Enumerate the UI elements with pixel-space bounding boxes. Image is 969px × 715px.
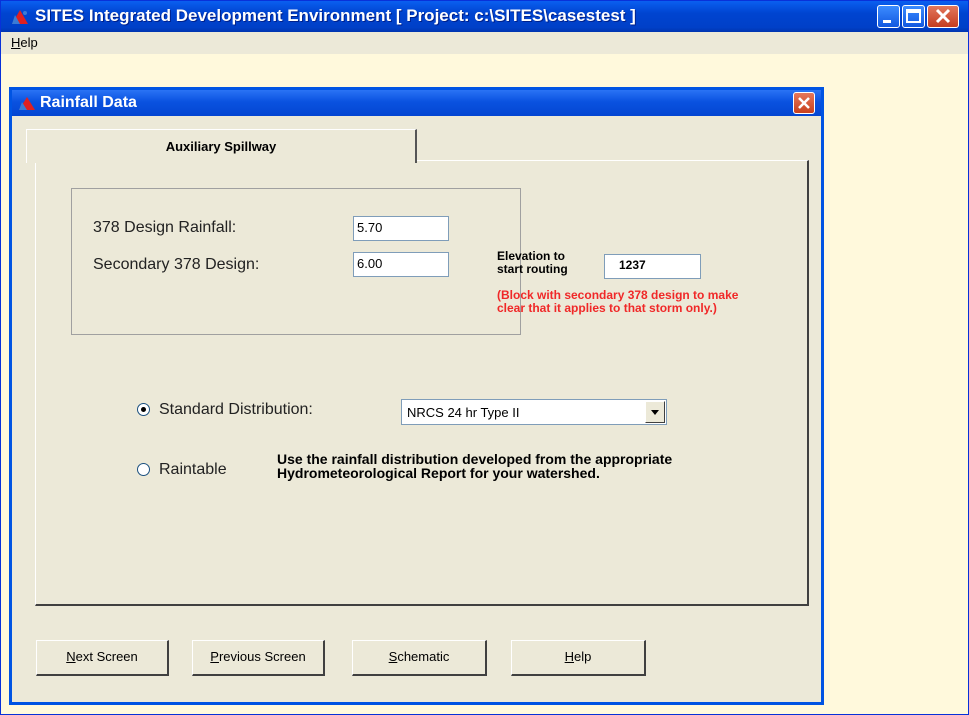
dialog-close-button[interactable] bbox=[793, 92, 815, 114]
menu-help-mnemonic: H bbox=[11, 35, 21, 50]
raintable-info: Use the rainfall distribution developed … bbox=[277, 451, 673, 481]
chevron-down-icon bbox=[651, 410, 659, 415]
close-button[interactable] bbox=[927, 5, 959, 28]
dropdown-button[interactable] bbox=[645, 401, 665, 423]
sites-logo-icon bbox=[19, 97, 35, 110]
tab-auxiliary-spillway[interactable]: Auxiliary Spillway bbox=[26, 129, 417, 163]
dialog-title: Rainfall Data bbox=[40, 94, 137, 111]
design-rainfall-input[interactable]: 5.70 bbox=[353, 216, 449, 241]
secondary-design-note: (Block with secondary 378 design to make… bbox=[497, 288, 739, 315]
schematic-mnemonic: S bbox=[388, 649, 398, 664]
maximize-icon bbox=[906, 9, 921, 23]
tab-label: Auxiliary Spillway bbox=[165, 139, 277, 154]
help-button[interactable]: Help bbox=[511, 640, 646, 676]
distribution-value: NRCS 24 hr Type II bbox=[407, 405, 520, 420]
next-screen-button[interactable]: Next Screen bbox=[36, 640, 169, 676]
minimize-icon bbox=[883, 20, 891, 23]
schematic-label: chematic bbox=[397, 649, 450, 664]
app-title: SITES Integrated Development Environment… bbox=[35, 6, 636, 25]
standard-distribution-radio[interactable] bbox=[137, 403, 150, 416]
secondary-design-input[interactable]: 6.00 bbox=[353, 252, 449, 277]
help-mnemonic: H bbox=[564, 649, 575, 664]
menubar: Help bbox=[1, 32, 968, 55]
minimize-button[interactable] bbox=[877, 5, 900, 28]
schematic-button[interactable]: Schematic bbox=[352, 640, 487, 676]
next-screen-label: ext Screen bbox=[75, 649, 138, 664]
raintable-radio[interactable] bbox=[137, 463, 150, 476]
help-label: elp bbox=[574, 649, 592, 664]
distribution-select[interactable]: NRCS 24 hr Type II bbox=[401, 399, 667, 425]
previous-screen-mnemonic: P bbox=[210, 649, 219, 664]
menu-help-label: elp bbox=[20, 35, 38, 50]
standard-distribution-label: Standard Distribution: bbox=[159, 401, 313, 418]
menu-help[interactable]: Help bbox=[11, 35, 38, 50]
previous-screen-label: revious Screen bbox=[218, 649, 306, 664]
next-screen-mnemonic: N bbox=[66, 649, 76, 664]
elevation-input[interactable]: 1237 bbox=[604, 254, 701, 279]
raintable-label: Raintable bbox=[159, 461, 227, 478]
previous-screen-button[interactable]: Previous Screen bbox=[192, 640, 325, 676]
design-rainfall-label: 378 Design Rainfall: bbox=[93, 219, 237, 236]
sites-logo-icon bbox=[12, 10, 28, 24]
radio-selected-dot bbox=[141, 407, 146, 412]
secondary-design-label: Secondary 378 Design: bbox=[93, 256, 260, 273]
app-titlebar[interactable]: SITES Integrated Development Environment… bbox=[1, 1, 968, 32]
maximize-button[interactable] bbox=[902, 5, 925, 28]
close-icon bbox=[935, 8, 951, 24]
dialog-titlebar[interactable]: Rainfall Data bbox=[12, 90, 821, 116]
close-icon bbox=[798, 97, 810, 109]
elevation-label-line2: start routing bbox=[497, 262, 568, 276]
